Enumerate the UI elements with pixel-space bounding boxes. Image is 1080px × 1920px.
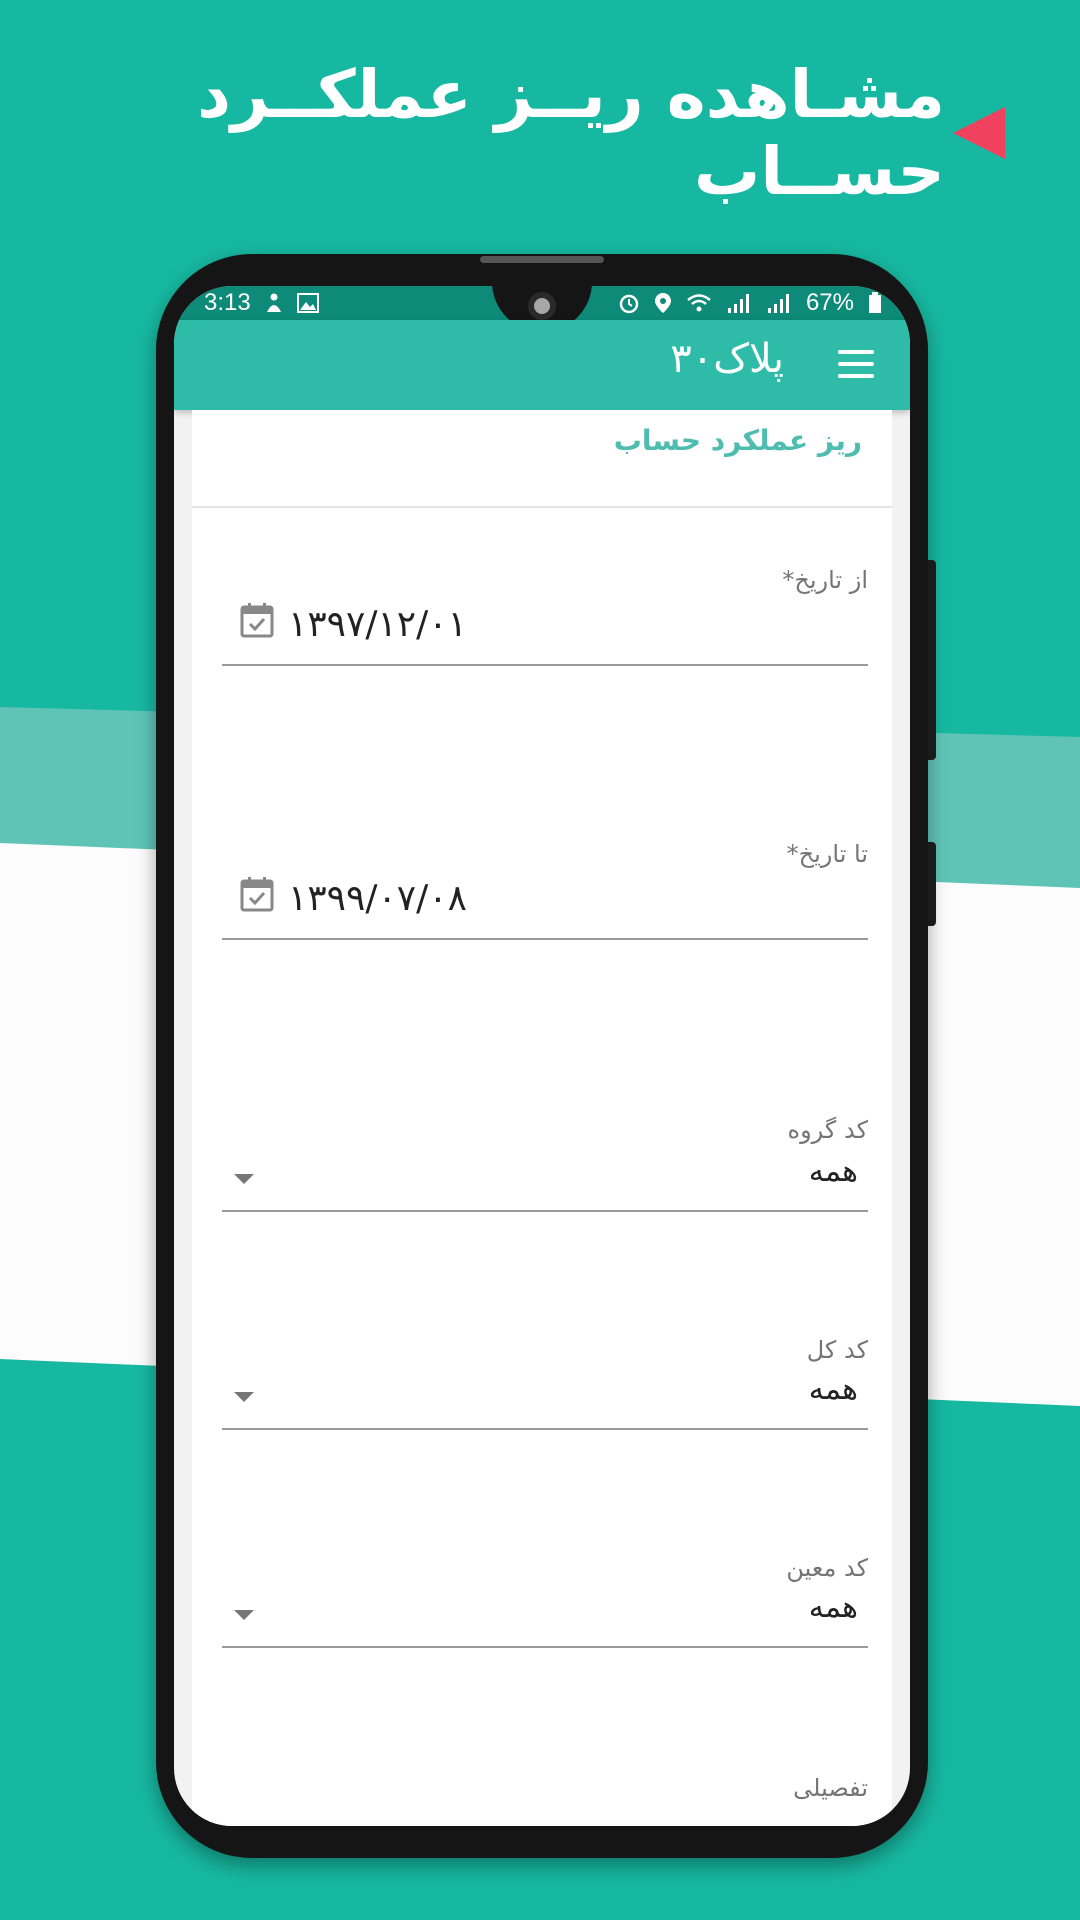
to-date-underline (222, 938, 868, 940)
card-title: ریز عملکرد حساب (613, 424, 862, 457)
group-code-label: کد گروه (787, 1116, 868, 1144)
total-code-select[interactable]: کد کل همه (222, 1336, 868, 1430)
group-code-select[interactable]: کد گروه همه (222, 1116, 868, 1212)
wifi-icon (687, 294, 711, 312)
front-camera (528, 292, 556, 320)
volume-button (928, 560, 936, 760)
location-icon (654, 293, 671, 313)
hamburger-menu-icon[interactable] (838, 350, 874, 378)
alarm-icon (619, 294, 639, 314)
battery-percent: 67% (805, 289, 854, 316)
triangle-pointer-icon (953, 107, 1005, 159)
total-code-underline (222, 1428, 868, 1430)
power-button (928, 842, 936, 926)
phone-speaker (480, 256, 604, 263)
from-date-underline (222, 664, 868, 666)
from-date-label: از تاریخ* (782, 566, 868, 594)
notification-icon (266, 293, 281, 312)
from-date-value: ۱۳۹۷/۱۲/۰۱ (288, 604, 467, 645)
status-time: 3:13 (204, 289, 251, 316)
gallery-icon (296, 293, 319, 313)
chevron-down-icon[interactable] (234, 1392, 254, 1402)
promo-banner: مشـاهده ریــز عملکــرد حســاب (0, 56, 1005, 210)
banner-title: مشـاهده ریــز عملکــرد حســاب (197, 56, 945, 210)
detail-label: تفصیلی (793, 1774, 868, 1802)
group-code-value: همه (808, 1154, 858, 1189)
signal-icon-2 (767, 294, 789, 313)
group-code-underline (222, 1210, 868, 1212)
app-bar: پلاک۳۰ (174, 320, 910, 410)
total-code-label: کد کل (806, 1336, 868, 1364)
chevron-down-icon[interactable] (234, 1174, 254, 1184)
moein-code-underline (222, 1646, 868, 1648)
to-date-label: تا تاریخ* (786, 840, 868, 868)
moein-code-value: همه (808, 1590, 858, 1625)
to-date-field[interactable]: تا تاریخ* ۱۳۹۹/۰۷/۰۸ (222, 840, 868, 940)
from-date-field[interactable]: از تاریخ* ۱۳۹۷/۱۲/۰۱ (222, 566, 868, 666)
app-title: پلاک۳۰ (670, 336, 784, 382)
moein-code-label: کد معین (786, 1554, 868, 1582)
moein-code-select[interactable]: کد معین همه (222, 1554, 868, 1648)
signal-icon-1 (727, 294, 749, 313)
phone-screen: 3:13 67% پلاک۳۰ ریز عملکرد حساب از تاریخ… (174, 286, 910, 1826)
battery-icon (869, 292, 881, 313)
calendar-icon[interactable] (240, 876, 274, 912)
to-date-value: ۱۳۹۹/۰۷/۰۸ (288, 878, 467, 919)
detail-select[interactable]: تفصیلی (222, 1774, 868, 1814)
calendar-icon[interactable] (240, 602, 274, 638)
card-divider (192, 506, 892, 508)
total-code-value: همه (808, 1372, 858, 1407)
chevron-down-icon[interactable] (234, 1610, 254, 1620)
report-card: ریز عملکرد حساب از تاریخ* ۱۳۹۷/۱۲/۰۱ تا … (192, 410, 892, 1826)
